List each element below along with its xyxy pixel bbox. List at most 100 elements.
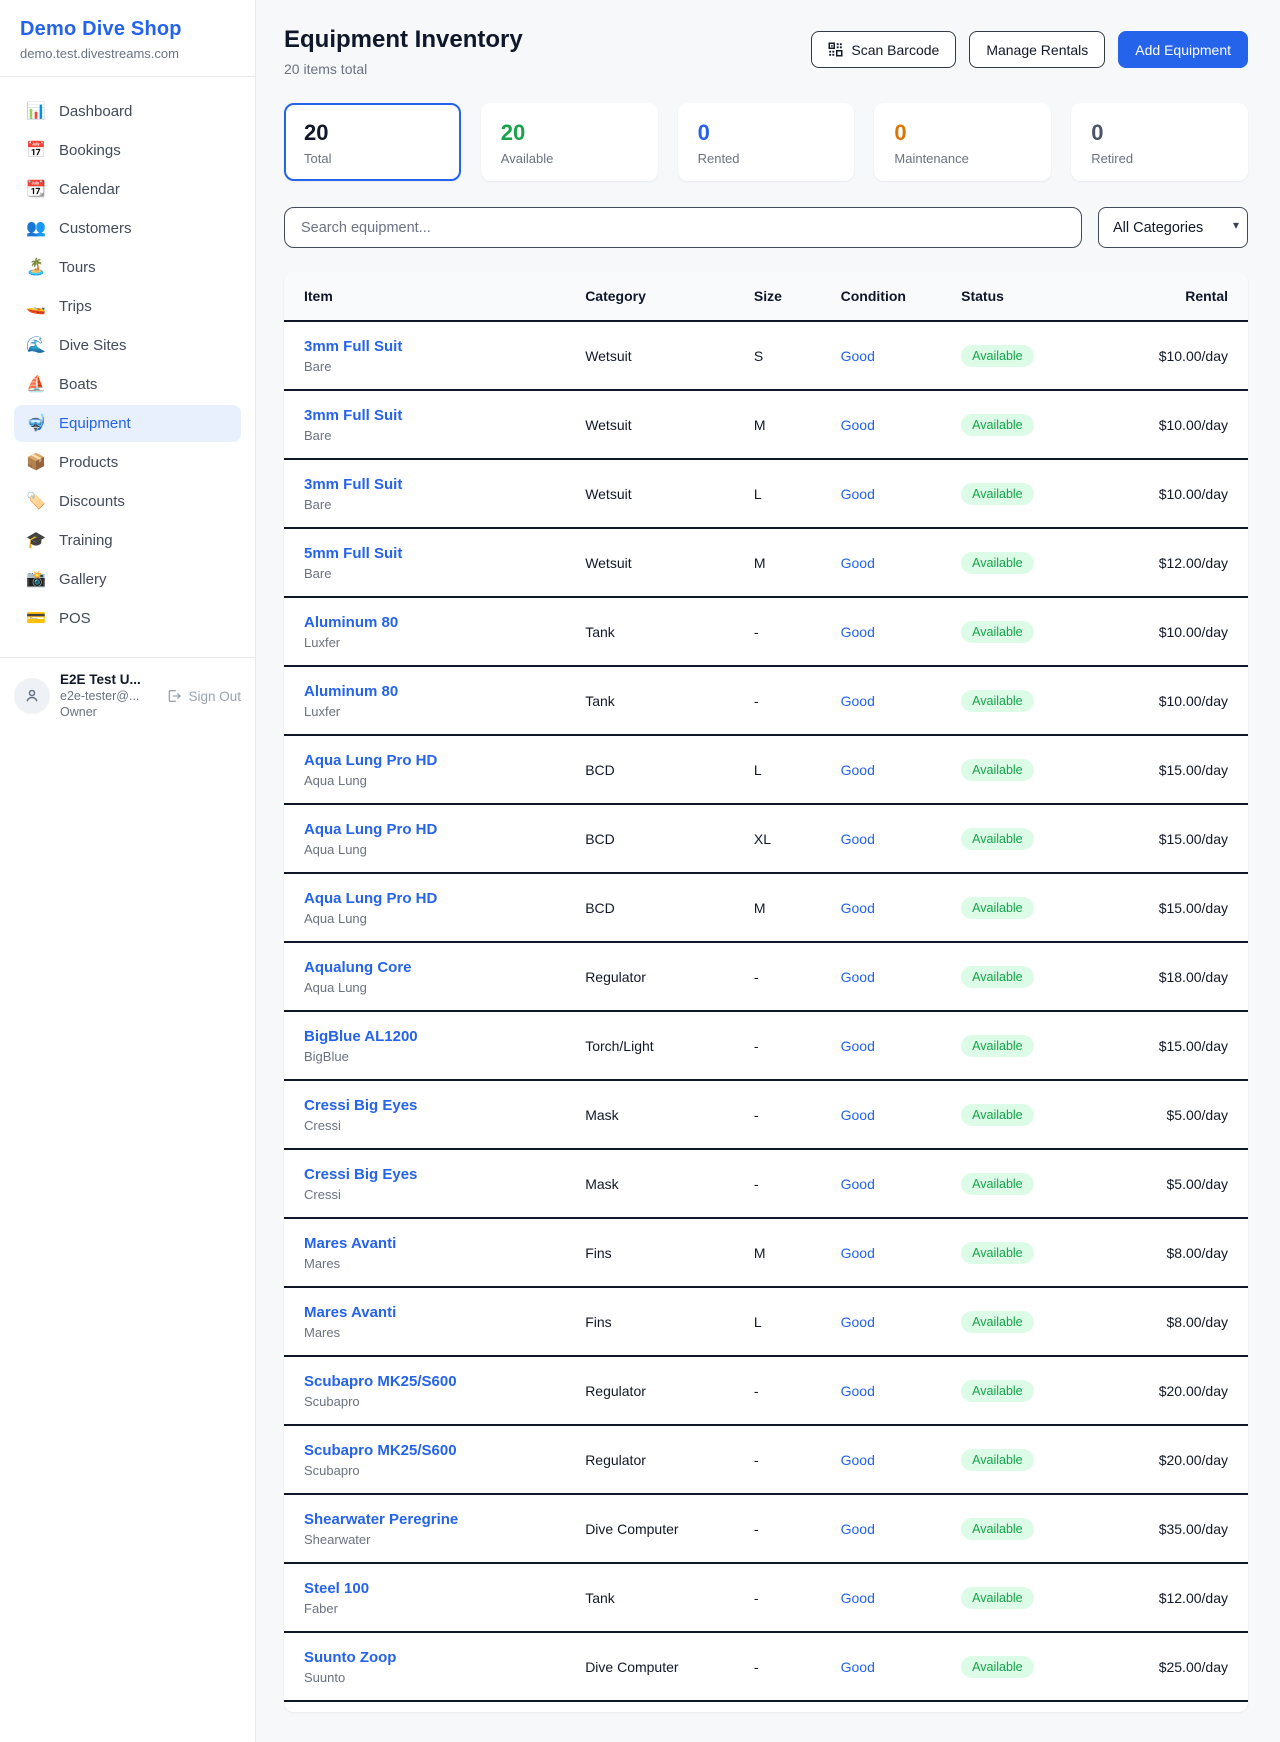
item-category: BCD: [585, 831, 615, 847]
item-condition-link[interactable]: Good: [841, 1176, 875, 1192]
manage-rentals-button[interactable]: Manage Rentals: [969, 31, 1105, 68]
item-rental-price: $12.00/day: [1159, 1590, 1228, 1606]
sidebar-item-calendar[interactable]: 📆 Calendar: [14, 171, 241, 208]
user-name: E2E Test U...: [60, 672, 141, 689]
item-name-link[interactable]: Aqualung Core: [304, 959, 561, 976]
sidebar-item-dive-sites[interactable]: 🌊 Dive Sites: [14, 327, 241, 364]
sidebar-item-discounts[interactable]: 🏷️ Discounts: [14, 483, 241, 520]
sidebar-item-training[interactable]: 🎓 Training: [14, 522, 241, 559]
item-condition-link[interactable]: Good: [841, 1383, 875, 1399]
item-condition-link[interactable]: Good: [841, 693, 875, 709]
item-rental-price: $10.00/day: [1159, 417, 1228, 433]
item-name-link[interactable]: Aqua Lung Pro HD: [304, 890, 561, 907]
item-name-link[interactable]: Scubapro MK25/S600: [304, 1373, 561, 1390]
sidebar-item-bookings[interactable]: 📅 Bookings: [14, 132, 241, 169]
item-size: M: [754, 1245, 766, 1261]
item-brand: Mares: [304, 1256, 561, 1271]
item-rental-price: $15.00/day: [1159, 900, 1228, 916]
camera-icon: 📸: [26, 572, 46, 588]
stat-card-retired[interactable]: 0 Retired: [1071, 103, 1248, 181]
sidebar-item-gallery[interactable]: 📸 Gallery: [14, 561, 241, 598]
item-condition-link[interactable]: Good: [841, 1590, 875, 1606]
add-equipment-button[interactable]: Add Equipment: [1118, 31, 1248, 68]
item-name-link[interactable]: Aluminum 80: [304, 683, 561, 700]
table-row: Aqua Lung Pro HD Aqua Lung BCD XL Good A…: [284, 804, 1248, 873]
item-condition-link[interactable]: Good: [841, 1452, 875, 1468]
sidebar-item-label: Boats: [59, 376, 97, 393]
sidebar-item-equipment[interactable]: 🤿 Equipment: [14, 405, 241, 442]
item-condition-link[interactable]: Good: [841, 762, 875, 778]
table-row: Suunto Zoop Suunto Dive Computer - Good …: [284, 1632, 1248, 1701]
item-condition-link[interactable]: Good: [841, 348, 875, 364]
scan-barcode-button[interactable]: Scan Barcode: [811, 31, 956, 68]
item-name-link[interactable]: 3mm Full Suit: [304, 338, 561, 355]
item-name-link[interactable]: Mares Avanti: [304, 1304, 561, 1321]
item-name-link[interactable]: Aqua Lung Pro HD: [304, 752, 561, 769]
item-condition-link[interactable]: Good: [841, 1521, 875, 1537]
user-panel: E2E Test U... e2e-tester@... Owner Sign …: [0, 657, 255, 734]
item-condition-link[interactable]: Good: [841, 1245, 875, 1261]
item-condition-link[interactable]: Good: [841, 1659, 875, 1675]
stat-cards: 20 Total 20 Available 0 Rented 0 Mainten…: [284, 103, 1248, 181]
sidebar-item-trips[interactable]: 🚤 Trips: [14, 288, 241, 325]
tear-off-calendar-icon: 📆: [26, 182, 46, 198]
item-name-link[interactable]: BigBlue AL1200: [304, 1028, 561, 1045]
item-name-link[interactable]: 5mm Full Suit: [304, 545, 561, 562]
stat-value: 20: [501, 120, 638, 146]
stat-label: Rented: [698, 151, 835, 166]
item-category: Tank: [585, 624, 615, 640]
item-name-link[interactable]: Cressi Big Eyes: [304, 1166, 561, 1183]
item-condition-link[interactable]: Good: [841, 624, 875, 640]
item-condition-link[interactable]: Good: [841, 900, 875, 916]
item-category: Dive Computer: [585, 1521, 678, 1537]
item-name-link[interactable]: Suunto Zoop: [304, 1649, 561, 1666]
stat-card-rented[interactable]: 0 Rented: [678, 103, 855, 181]
graduation-cap-icon: 🎓: [26, 533, 46, 549]
table-row: Shearwater Peregrine Shearwater Dive Com…: [284, 1494, 1248, 1563]
stat-card-total[interactable]: 20 Total: [284, 103, 461, 181]
item-rental-price: $5.00/day: [1167, 1107, 1229, 1123]
sidebar-item-dashboard[interactable]: 📊 Dashboard: [14, 93, 241, 130]
stat-card-available[interactable]: 20 Available: [481, 103, 658, 181]
table-row: Aluminum 80 Luxfer Tank - Good Available…: [284, 666, 1248, 735]
sidebar-item-pos[interactable]: 💳 POS: [14, 600, 241, 637]
sidebar-item-tours[interactable]: 🏝️ Tours: [14, 249, 241, 286]
item-condition-link[interactable]: Good: [841, 969, 875, 985]
category-select[interactable]: All Categories: [1098, 207, 1248, 248]
equipment-table: Item Category Size Condition Status Rent…: [284, 272, 1248, 1702]
sidebar-item-products[interactable]: 📦 Products: [14, 444, 241, 481]
sidebar-item-customers[interactable]: 👥 Customers: [14, 210, 241, 247]
stat-card-maintenance[interactable]: 0 Maintenance: [874, 103, 1051, 181]
item-category: Mask: [585, 1107, 618, 1123]
item-name-link[interactable]: Mares Avanti: [304, 1235, 561, 1252]
search-input[interactable]: [284, 207, 1082, 248]
item-name-link[interactable]: 3mm Full Suit: [304, 476, 561, 493]
item-condition-link[interactable]: Good: [841, 831, 875, 847]
person-icon: [23, 687, 41, 705]
item-name-link[interactable]: Shearwater Peregrine: [304, 1511, 561, 1528]
stat-label: Available: [501, 151, 638, 166]
sidebar-item-boats[interactable]: ⛵ Boats: [14, 366, 241, 403]
item-category: Tank: [585, 693, 615, 709]
item-condition-link[interactable]: Good: [841, 555, 875, 571]
item-name-link[interactable]: Cressi Big Eyes: [304, 1097, 561, 1114]
brand-title[interactable]: Demo Dive Shop: [20, 18, 235, 41]
sign-out-button[interactable]: Sign Out: [166, 688, 241, 704]
item-name-link[interactable]: 3mm Full Suit: [304, 407, 561, 424]
add-equipment-label: Add Equipment: [1135, 42, 1231, 58]
item-condition-link[interactable]: Good: [841, 1314, 875, 1330]
status-badge: Available: [961, 1656, 1034, 1678]
item-condition-link[interactable]: Good: [841, 1107, 875, 1123]
status-badge: Available: [961, 621, 1034, 643]
item-name-link[interactable]: Steel 100: [304, 1580, 561, 1597]
status-badge: Available: [961, 759, 1034, 781]
item-name-link[interactable]: Scubapro MK25/S600: [304, 1442, 561, 1459]
item-name-link[interactable]: Aqua Lung Pro HD: [304, 821, 561, 838]
item-condition-link[interactable]: Good: [841, 417, 875, 433]
item-name-link[interactable]: Aluminum 80: [304, 614, 561, 631]
item-condition-link[interactable]: Good: [841, 1038, 875, 1054]
item-condition-link[interactable]: Good: [841, 486, 875, 502]
stat-label: Retired: [1091, 151, 1228, 166]
item-size: -: [754, 1521, 759, 1537]
item-brand: Faber: [304, 1601, 561, 1616]
